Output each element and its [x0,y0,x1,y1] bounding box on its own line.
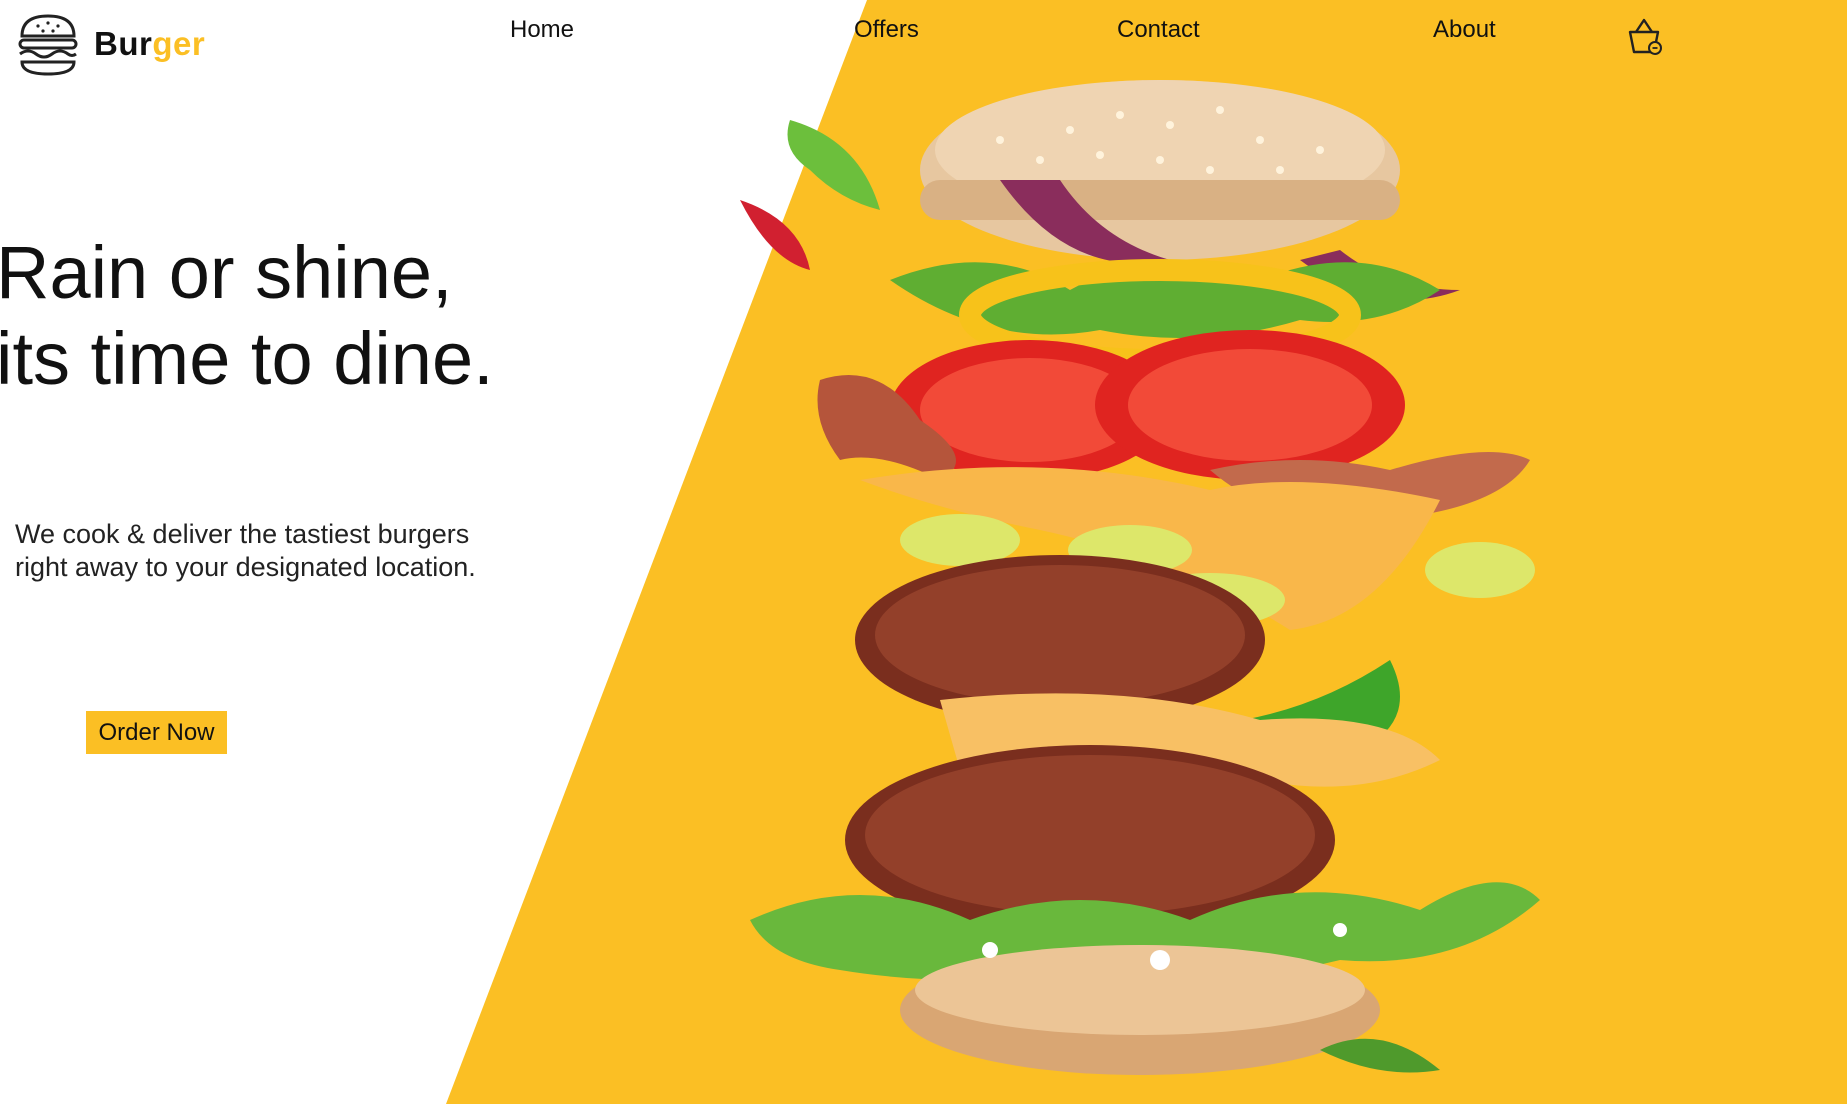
burger-image [740,80,1540,1075]
hero-title-line-2: its time to dine. [0,317,494,400]
hero-subtitle: We cook & deliver the tastiest burgers r… [15,518,476,584]
nav-link-contact[interactable]: Contact [1117,16,1200,44]
brand-name-part2: ger [152,25,206,62]
hero-title: Rain or shine, its time to dine. [0,230,494,402]
shopping-basket-icon[interactable] [1622,14,1666,58]
brand-logo[interactable]: Burger [16,10,205,78]
hero-subtitle-line-2: right away to your designated location. [15,552,476,582]
order-now-button[interactable]: Order Now [86,711,227,754]
nav-link-about[interactable]: About [1433,16,1496,44]
nav-link-home[interactable]: Home [510,16,574,44]
nav-link-offers[interactable]: Offers [854,16,919,44]
burger-outline-icon [18,14,78,76]
hero-title-line-1: Rain or shine, [0,231,453,314]
brand-name-part1: Bur [94,25,153,62]
top-navigation-bar: Burger Home Offers Contact About [0,0,1847,90]
brand-name: Burger [94,25,205,63]
landing-page: Burger Home Offers Contact About Rain or… [0,0,1847,1104]
hero-subtitle-line-1: We cook & deliver the tastiest burgers [15,519,470,549]
